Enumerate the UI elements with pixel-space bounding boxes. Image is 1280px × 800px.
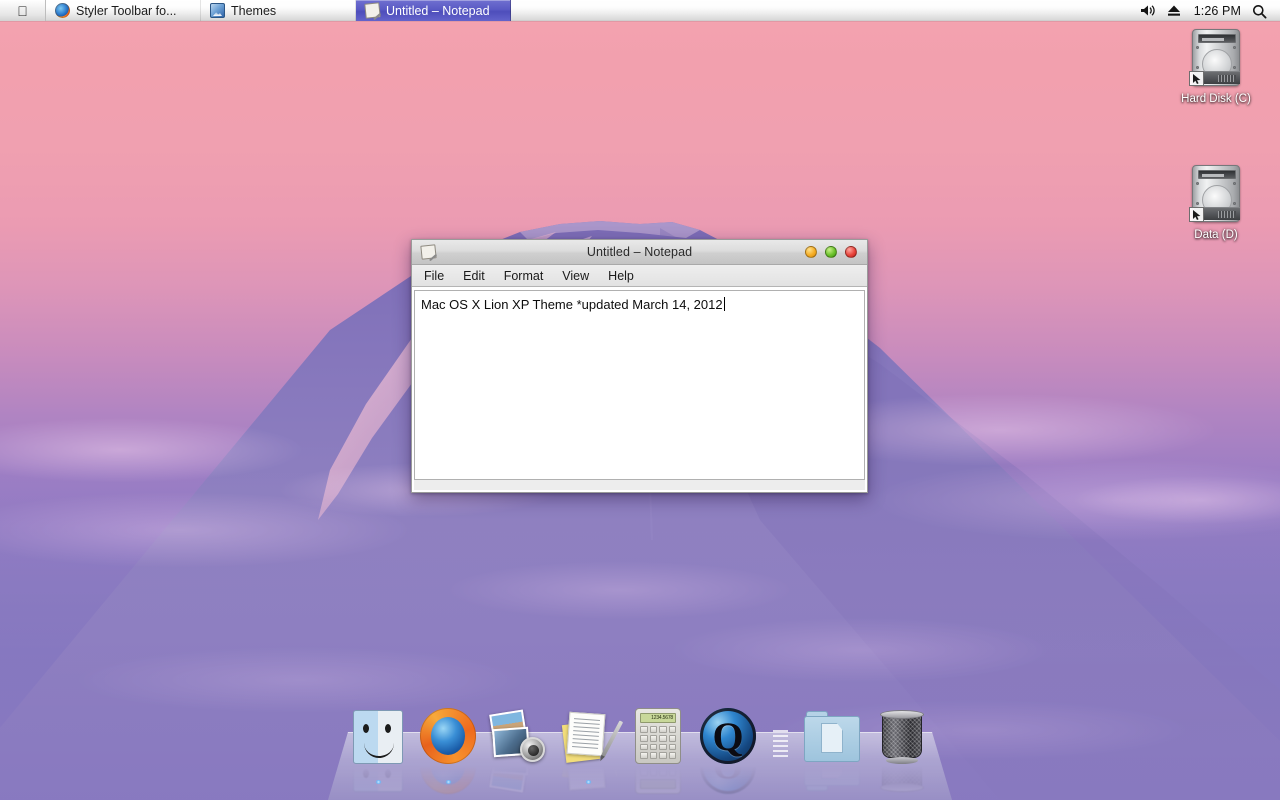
hard-disk-icon [1183, 164, 1249, 226]
window-title: Untitled – Notepad [586, 245, 693, 259]
eject-icon[interactable] [1167, 4, 1183, 18]
desktop-icon-label: Hard Disk (C) [1181, 93, 1251, 105]
window-footer [414, 480, 865, 490]
notepad-icon [364, 2, 381, 19]
shortcut-overlay-icon [1189, 71, 1204, 86]
apple-menu-button[interactable]:  [0, 0, 46, 21]
running-indicator [374, 780, 382, 784]
minimize-button[interactable] [805, 246, 817, 258]
taskbar-item-label: Styler Toolbar fo... [76, 3, 177, 18]
volume-icon[interactable] [1140, 4, 1156, 18]
notepad-window[interactable]: Untitled – Notepad File Edit Format View… [411, 239, 868, 493]
dock-item-trash[interactable] [873, 706, 931, 792]
dock: 1234.5678 [0, 690, 1280, 800]
finder-icon [353, 710, 403, 764]
dock-reflection [629, 738, 687, 796]
menu-item-help[interactable]: Help [608, 269, 634, 283]
apple-logo-icon:  [17, 4, 28, 18]
dock-icon-row: 1234.5678 [0, 700, 1280, 794]
menu-bar:  Styler Toolbar fo... Themes Untitled –… [0, 0, 1280, 23]
calculator-display: 1234.5678 [640, 713, 676, 723]
dock-item-firefox[interactable] [419, 706, 477, 794]
dock-item-finder[interactable] [349, 706, 407, 792]
window-title-bar[interactable]: Untitled – Notepad [412, 240, 867, 265]
dock-item-notes[interactable] [559, 706, 624, 791]
text-content: Mac OS X Lion XP Theme *updated March 14… [421, 297, 723, 312]
taskbar-item-styler-toolbar[interactable]: Styler Toolbar fo... [46, 0, 201, 21]
hard-disk-icon [1183, 28, 1249, 90]
maximize-button[interactable] [825, 246, 837, 258]
menu-item-format[interactable]: Format [504, 269, 544, 283]
desktop-icon-label: Data (D) [1194, 229, 1238, 241]
menu-bar-notepad: File Edit Format View Help [412, 265, 867, 287]
themes-icon [210, 3, 225, 18]
quicktime-icon [700, 708, 756, 764]
taskbar-item-notepad[interactable]: Untitled – Notepad [356, 0, 511, 21]
dock-reflection [873, 738, 931, 796]
text-content-line[interactable]: Mac OS X Lion XP Theme *updated March 14… [415, 291, 864, 313]
system-status-area: 1:26 PM [1140, 4, 1280, 19]
calculator-icon: 1234.5678 [635, 708, 681, 764]
menu-item-file[interactable]: File [424, 269, 444, 283]
folder-icon [804, 711, 860, 762]
menu-item-view[interactable]: View [562, 269, 589, 283]
dock-item-documents[interactable] [803, 706, 861, 791]
clock[interactable]: 1:26 PM [1194, 4, 1241, 18]
text-caret [723, 297, 725, 311]
running-indicator [584, 780, 592, 784]
taskbar-item-themes[interactable]: Themes [201, 0, 356, 21]
firefox-icon [420, 708, 476, 764]
text-editor-area[interactable]: Mac OS X Lion XP Theme *updated March 14… [414, 290, 865, 480]
taskbar-item-label: Themes [231, 3, 277, 18]
photos-icon [489, 709, 547, 764]
shortcut-overlay-icon [1189, 207, 1204, 222]
dock-reflection [803, 740, 861, 796]
dock-item-photos[interactable] [489, 706, 547, 793]
firefox-icon [55, 3, 70, 18]
dock-separator [769, 706, 791, 764]
dock-reflection [489, 740, 547, 796]
search-icon[interactable] [1252, 4, 1268, 19]
dock-item-quicktime[interactable] [699, 706, 757, 794]
trash-icon [880, 710, 924, 764]
notepad-icon [420, 244, 437, 260]
window-controls [805, 246, 857, 258]
desktop-icon-data-d[interactable]: Data (D) [1168, 164, 1264, 242]
running-indicator [444, 780, 452, 784]
textedit-icon [560, 709, 624, 763]
dock-reflection [699, 738, 757, 796]
menu-item-edit[interactable]: Edit [463, 269, 485, 283]
taskbar-item-label: Untitled – Notepad [386, 3, 490, 18]
close-button[interactable] [845, 246, 857, 258]
desktop-icon-hard-disk-c[interactable]: Hard Disk (C) [1168, 28, 1264, 106]
dock-item-calculator[interactable]: 1234.5678 [629, 706, 687, 794]
